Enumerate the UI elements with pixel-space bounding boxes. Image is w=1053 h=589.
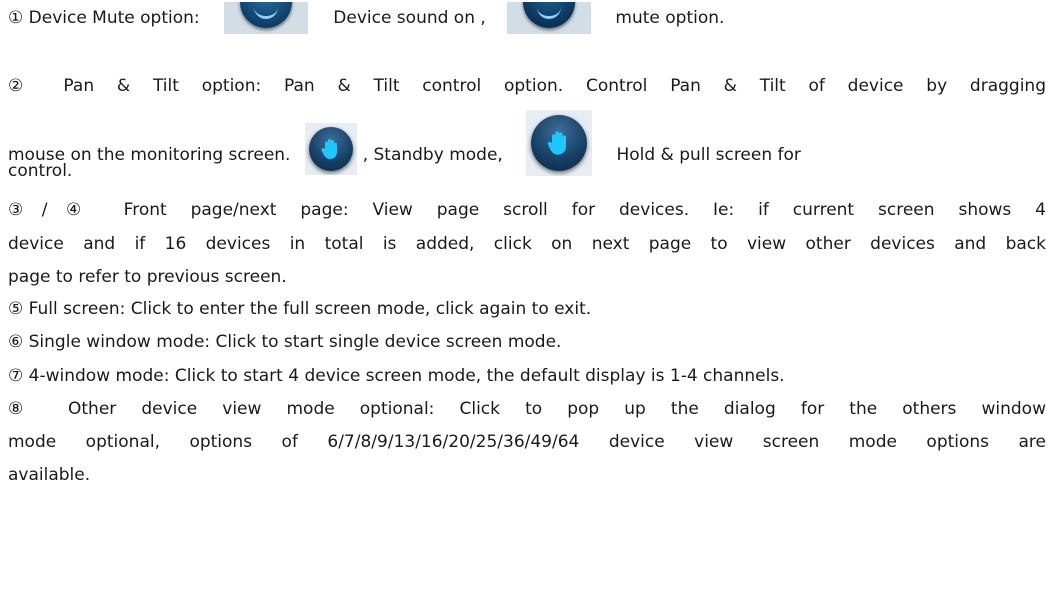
other-view-line-1: ⑧ Other device view mode optional: Click… xyxy=(8,399,1046,419)
sound-on-icon xyxy=(224,2,309,34)
other-view-line-3: available. xyxy=(8,465,91,485)
pan-tilt-line-2: mouse on the monitoring screen. , Standb… xyxy=(8,110,801,176)
hand-standby-icon xyxy=(305,123,358,175)
pan-tilt-line-3: control. xyxy=(8,161,73,181)
sound-on-label: Device sound on , xyxy=(333,8,486,28)
document-page: ① Device Mute option: Device sound on , … xyxy=(0,0,1053,589)
paragraph-device-mute: ① Device Mute option: Device sound on , … xyxy=(8,2,725,34)
single-window-line: ⑥ Single window mode: Click to start sin… xyxy=(8,332,562,352)
mute-option-intro: ① Device Mute option: xyxy=(8,8,200,28)
standby-mode-label: , Standby mode, xyxy=(362,145,503,165)
page-scroll-line-2: device and if 16 devices in total is add… xyxy=(8,234,1046,254)
mute-icon xyxy=(506,2,591,34)
pan-tilt-line-1: ② Pan & Tilt option: Pan & Tilt control … xyxy=(8,76,1046,96)
page-scroll-line-1: ③/④ Front page/next page: View page scro… xyxy=(8,200,1046,220)
four-window-line: ⑦ 4-window mode: Click to start 4 device… xyxy=(8,366,785,386)
other-view-line-2: mode optional, options of 6/7/8/9/13/16/… xyxy=(8,432,1046,452)
hold-pull-label: Hold & pull screen for xyxy=(616,145,801,165)
mute-option-label: mute option. xyxy=(615,8,725,28)
page-scroll-line-3: page to refer to previous screen. xyxy=(8,267,287,287)
full-screen-line: ⑤ Full screen: Click to enter the full s… xyxy=(8,299,592,319)
hand-control-icon xyxy=(525,110,592,176)
